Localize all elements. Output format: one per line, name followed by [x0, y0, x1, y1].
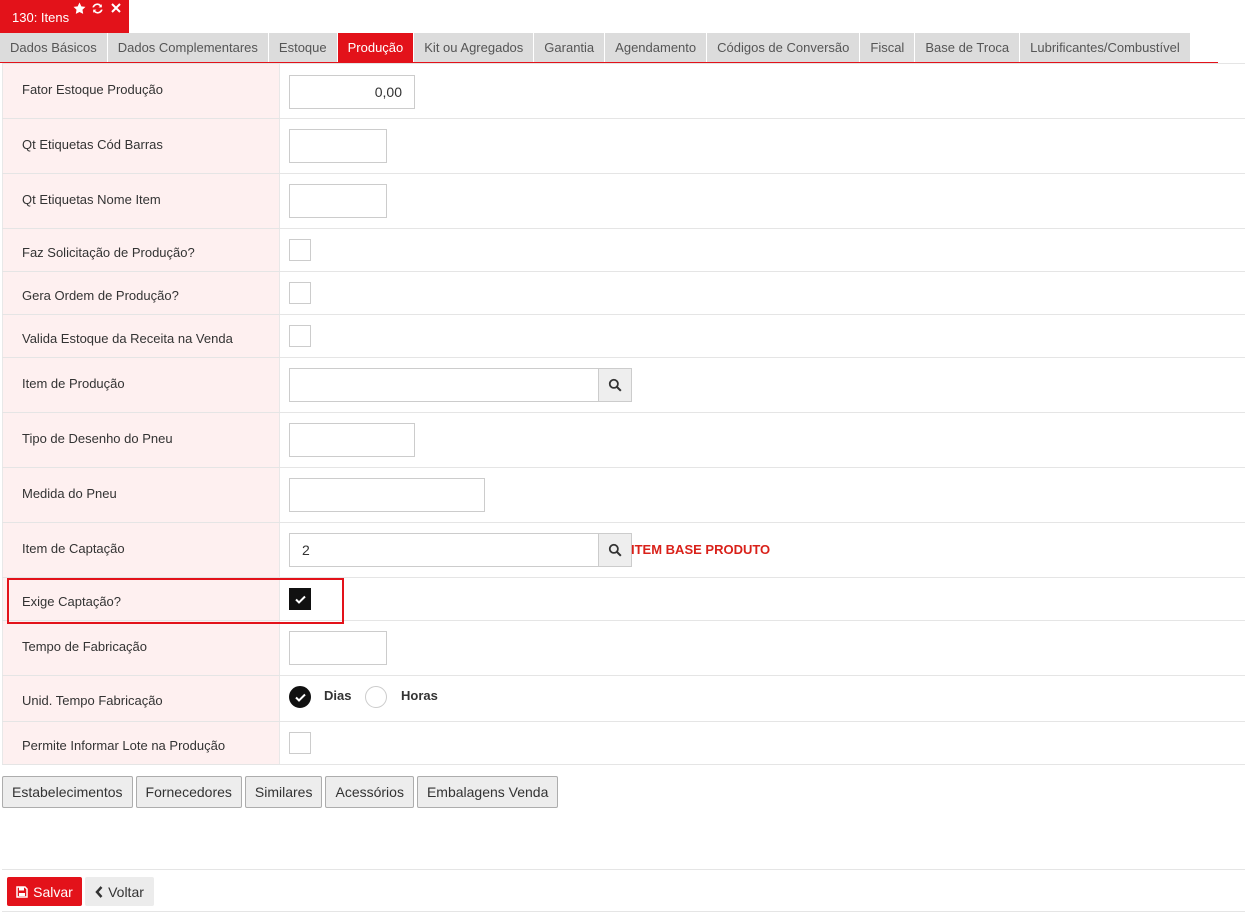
- gera-ordem-checkbox[interactable]: [289, 282, 311, 304]
- tipo-desenho-input[interactable]: [289, 423, 415, 457]
- search-icon: [608, 543, 622, 557]
- form-row-qt-etiquetas-nome: Qt Etiquetas Nome Item: [2, 174, 1245, 229]
- save-button[interactable]: Salvar: [7, 877, 82, 906]
- tab-garantia[interactable]: Garantia: [534, 33, 606, 62]
- field-label: Faz Solicitação de Produção?: [2, 229, 280, 271]
- tab-bar: Dados Básicos Dados Complementares Estoq…: [0, 33, 1218, 63]
- production-form: Fator Estoque Produção 0,00 Qt Etiquetas…: [2, 63, 1245, 765]
- radio-horas-label[interactable]: Horas: [401, 688, 438, 703]
- close-icon[interactable]: [110, 2, 122, 14]
- exige-captacao-checkbox[interactable]: [289, 588, 311, 610]
- form-row-fator-estoque: Fator Estoque Produção 0,00: [2, 64, 1245, 119]
- embalagens-venda-button[interactable]: Embalagens Venda: [416, 776, 559, 808]
- field-label: Gera Ordem de Produção?: [2, 272, 280, 314]
- tab-agendamento[interactable]: Agendamento: [605, 33, 708, 62]
- faz-solicitacao-checkbox[interactable]: [289, 239, 311, 261]
- check-icon: [295, 595, 306, 604]
- field-label: Tipo de Desenho do Pneu: [2, 413, 280, 467]
- item-captacao-input[interactable]: 2: [289, 533, 599, 567]
- tempo-fabricacao-input[interactable]: [289, 631, 387, 665]
- tab-producao[interactable]: Produção: [337, 33, 415, 62]
- field-label: Medida do Pneu: [2, 468, 280, 522]
- form-row-qt-etiquetas-cod: Qt Etiquetas Cód Barras: [2, 119, 1245, 174]
- item-captacao-search-button[interactable]: [598, 533, 632, 567]
- field-label: Qt Etiquetas Cód Barras: [2, 119, 280, 173]
- save-label: Salvar: [33, 883, 73, 900]
- qt-etiquetas-cod-input[interactable]: [289, 129, 387, 163]
- form-row-permite-lote: Permite Informar Lote na Produção: [2, 722, 1245, 765]
- back-button[interactable]: Voltar: [85, 877, 154, 906]
- form-row-exige-captacao: Exige Captação?: [2, 578, 1245, 621]
- acessorios-button[interactable]: Acessórios: [325, 776, 414, 808]
- fornecedores-button[interactable]: Fornecedores: [135, 776, 242, 808]
- tab-codigos-conversao[interactable]: Códigos de Conversão: [707, 33, 861, 62]
- search-icon: [608, 378, 622, 392]
- field-label: Tempo de Fabricação: [2, 621, 280, 675]
- star-icon[interactable]: [73, 2, 86, 15]
- refresh-icon[interactable]: [91, 2, 104, 15]
- tab-dados-complementares[interactable]: Dados Complementares: [107, 33, 269, 62]
- form-row-tempo-fabricacao: Tempo de Fabricação: [2, 621, 1245, 676]
- field-label: Fator Estoque Produção: [2, 64, 280, 118]
- footer-bar: Salvar Voltar: [2, 869, 1245, 912]
- radio-dias-label[interactable]: Dias: [324, 688, 351, 703]
- field-label: Exige Captação?: [2, 578, 280, 620]
- form-row-medida-pneu: Medida do Pneu: [2, 468, 1245, 523]
- item-producao-search-button[interactable]: [598, 368, 632, 402]
- field-label: Item de Produção: [2, 358, 280, 412]
- form-row-faz-solicitacao: Faz Solicitação de Produção?: [2, 229, 1245, 272]
- floppy-icon: [16, 885, 28, 898]
- check-icon: [295, 693, 306, 702]
- item-producao-input[interactable]: [289, 368, 599, 402]
- qt-etiquetas-nome-input[interactable]: [289, 184, 387, 218]
- item-captacao-description: ITEM BASE PRODUTO: [631, 542, 771, 557]
- form-row-item-producao: Item de Produção: [2, 358, 1245, 413]
- tab-fiscal[interactable]: Fiscal: [860, 33, 916, 62]
- sub-buttons: Estabelecimentos Fornecedores Similares …: [2, 776, 559, 808]
- form-row-tipo-desenho: Tipo de Desenho do Pneu: [2, 413, 1245, 468]
- field-label: Valida Estoque da Receita na Venda: [2, 315, 280, 357]
- field-label: Unid. Tempo Fabricação: [2, 676, 280, 721]
- field-label: Qt Etiquetas Nome Item: [2, 174, 280, 228]
- form-row-item-captacao: Item de Captação 2 ITEM BASE PRODUTO: [2, 523, 1245, 578]
- chevron-left-icon: [95, 885, 103, 898]
- estabelecimentos-button[interactable]: Estabelecimentos: [2, 776, 133, 808]
- field-label: Item de Captação: [2, 523, 280, 577]
- radio-horas[interactable]: [365, 686, 387, 708]
- permite-lote-checkbox[interactable]: [289, 732, 311, 754]
- tab-kit-agregados[interactable]: Kit ou Agregados: [414, 33, 535, 62]
- window-title: 130: Itens: [12, 10, 70, 25]
- radio-dias[interactable]: [289, 686, 311, 708]
- similares-button[interactable]: Similares: [244, 776, 323, 808]
- form-row-valida-estoque: Valida Estoque da Receita na Venda: [2, 315, 1245, 358]
- window-tab[interactable]: 130: Itens: [0, 0, 129, 33]
- form-row-gera-ordem: Gera Ordem de Produção?: [2, 272, 1245, 315]
- form-row-unid-tempo: Unid. Tempo Fabricação Dias Horas: [2, 676, 1245, 722]
- valida-estoque-checkbox[interactable]: [289, 325, 311, 347]
- field-label: Permite Informar Lote na Produção: [2, 722, 280, 764]
- tab-base-troca[interactable]: Base de Troca: [915, 33, 1021, 62]
- back-label: Voltar: [108, 883, 144, 900]
- tab-dados-basicos[interactable]: Dados Básicos: [0, 33, 108, 62]
- medida-pneu-input[interactable]: [289, 478, 485, 512]
- tab-estoque[interactable]: Estoque: [268, 33, 338, 62]
- fator-estoque-input[interactable]: 0,00: [289, 75, 415, 109]
- tab-lubrificantes[interactable]: Lubrificantes/Combustível: [1020, 33, 1191, 62]
